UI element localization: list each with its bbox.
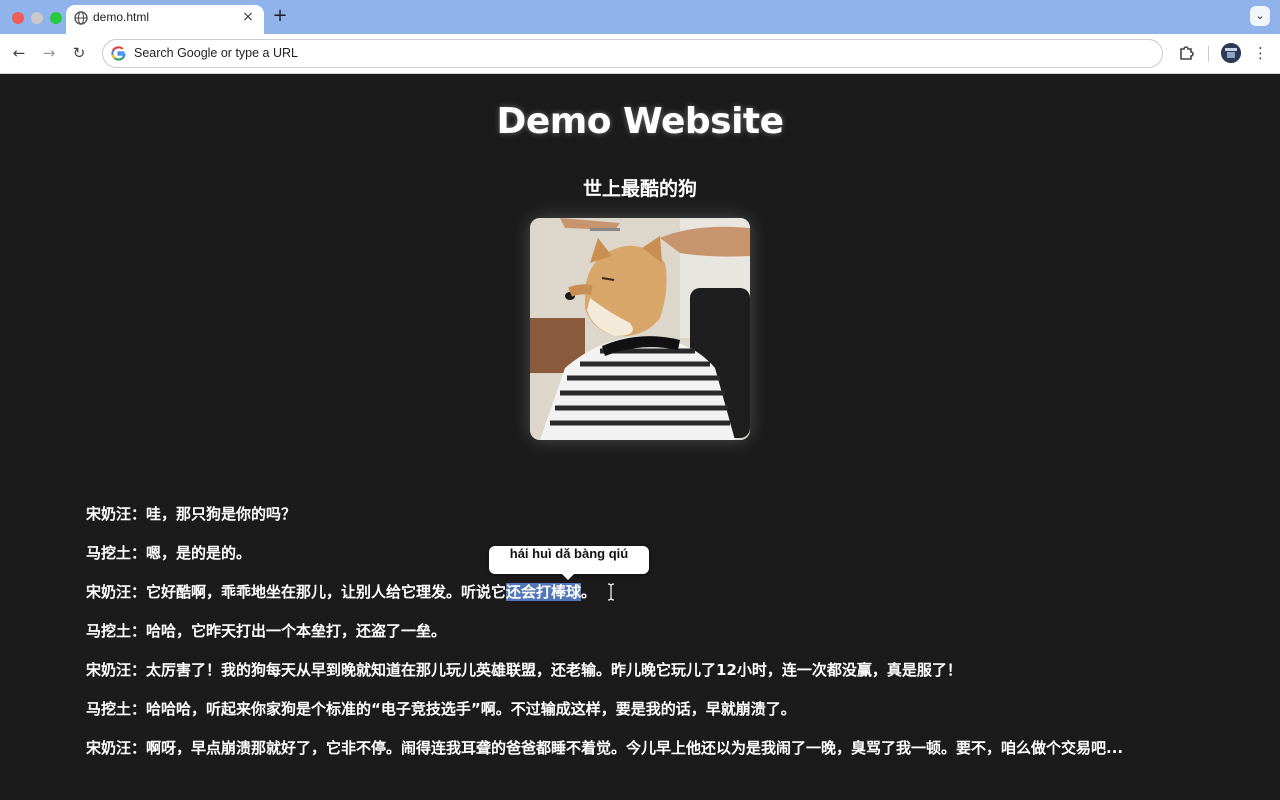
window-maximize-button[interactable] <box>50 12 62 24</box>
profile-avatar[interactable] <box>1221 43 1241 63</box>
browser-menu-button[interactable]: ⋮ <box>1253 43 1268 63</box>
browser-tab[interactable]: demo.html × <box>66 5 264 34</box>
dialogue-line: 宋奶汪：太厉害了！我的狗每天从早到晚就知道在那儿玩儿英雄联盟，还老输。昨儿晚它玩… <box>86 661 962 679</box>
dialogue-line: 马挖土：哈哈，它昨天打出一个本垒打，还盗了一垒。 <box>86 622 447 640</box>
page-subtitle: 世上最酷的狗 <box>582 178 697 200</box>
page-content: Demo Website 世上最酷的狗 宋奶汪：哇，那只狗是你的吗？ 马挖土：嗯… <box>0 75 1280 800</box>
pinyin-tooltip: hái huì dǎ bàng qiú <box>489 546 649 580</box>
forward-button[interactable]: → <box>39 43 59 63</box>
globe-icon <box>74 11 88 25</box>
toolbar-divider <box>1208 46 1209 62</box>
page-title: Demo Website <box>496 101 784 142</box>
dialogue-text: 宋奶汪：它好酷啊，乖乖地坐在那儿，让别人给它理发。听说它 <box>86 583 507 601</box>
tab-title: demo.html <box>93 10 150 24</box>
shiba-haircut-image <box>530 218 750 440</box>
reload-button[interactable]: ↻ <box>69 43 89 63</box>
dialogue-line: 宋奶汪：它好酷啊，乖乖地坐在那儿，让别人给它理发。听说它还会打棒球。 <box>86 581 596 603</box>
window-minimize-button[interactable] <box>31 12 43 24</box>
google-icon <box>111 46 126 61</box>
tab-bar: demo.html × + ⌄ <box>0 0 1280 34</box>
dialogue-text: 。 <box>581 583 597 601</box>
close-icon[interactable]: × <box>240 9 256 25</box>
tab-search-button[interactable]: ⌄ <box>1250 6 1270 26</box>
text-cursor-icon <box>607 583 615 601</box>
back-button[interactable]: ← <box>9 43 29 63</box>
avatar-icon <box>1221 43 1241 63</box>
dialogue-line: 马挖土：哈哈哈，听起来你家狗是个标准的“电子竞技选手”啊。不过输成这样，要是我的… <box>86 700 796 718</box>
dialogue-line: 宋奶汪：哇，那只狗是你的吗？ <box>86 505 297 523</box>
dog-photo <box>530 218 750 440</box>
browser-toolbar: ← → ↻ Search Google or type a URL ⋮ <box>0 34 1280 74</box>
extensions-icon[interactable] <box>1176 43 1196 63</box>
address-bar-placeholder: Search Google or type a URL <box>134 46 298 60</box>
dialogue-line: 宋奶汪：啊呀，早点崩溃那就好了，它非不停。闹得连我耳聋的爸爸都睡不着觉。今儿早上… <box>86 739 1124 757</box>
selected-text[interactable]: 还会打棒球 <box>506 583 582 601</box>
dialogue-line: 马挖土：嗯，是的是的。 <box>86 544 252 562</box>
new-tab-button[interactable]: + <box>270 5 290 27</box>
window-close-button[interactable] <box>12 12 24 24</box>
address-bar[interactable]: Search Google or type a URL <box>102 39 1163 68</box>
